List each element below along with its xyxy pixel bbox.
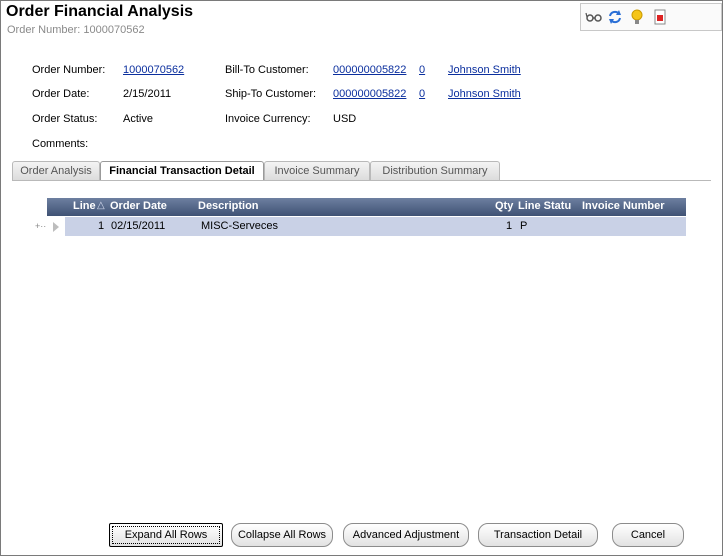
tab-distribution-summary[interactable]: Distribution Summary: [370, 161, 500, 180]
ship-to-name-link[interactable]: Johnson Smith: [448, 88, 521, 100]
order-date-value: 2/15/2011: [123, 88, 172, 100]
ship-to-label: Ship-To Customer:: [225, 88, 317, 100]
transaction-detail-button[interactable]: Transaction Detail: [478, 523, 598, 547]
invoice-currency-label: Invoice Currency:: [225, 113, 311, 125]
order-status-value: Active: [123, 113, 153, 125]
bill-to-customer-id-link[interactable]: 000000005822: [333, 64, 406, 76]
bill-to-label: Bill-To Customer:: [225, 64, 309, 76]
page-subtitle: Order Number: 1000070562: [7, 24, 145, 36]
cell-order-date: 02/15/2011: [111, 220, 166, 232]
glasses-icon[interactable]: [585, 8, 603, 26]
advanced-adjustment-button[interactable]: Advanced Adjustment: [343, 523, 469, 547]
row-expand-icon[interactable]: +··: [35, 221, 46, 231]
order-status-label: Order Status:: [32, 113, 98, 125]
tab-divider: [12, 180, 711, 181]
row-selector-arrow-icon[interactable]: [53, 222, 59, 232]
column-header-order-date[interactable]: Order Date: [110, 200, 167, 212]
tab-order-analysis[interactable]: Order Analysis: [12, 161, 100, 180]
ship-to-sub-link[interactable]: 0: [419, 88, 425, 100]
lightbulb-icon[interactable]: [628, 8, 646, 26]
cell-line: 1: [98, 220, 105, 232]
column-header-qty[interactable]: Qty: [495, 200, 513, 212]
order-number-link[interactable]: 1000070562: [123, 64, 184, 76]
order-date-label: Order Date:: [32, 88, 90, 100]
cell-description: MISC-Serveces: [201, 220, 279, 232]
table-row[interactable]: 1 02/15/2011 MISC-Serveces 1 P: [65, 217, 686, 236]
cell-line-status: P: [520, 220, 528, 232]
cell-qty: 1: [506, 220, 513, 232]
column-header-line-status[interactable]: Line Statu: [518, 200, 571, 212]
bill-to-name-link[interactable]: Johnson Smith: [448, 64, 521, 76]
bill-to-sub-link[interactable]: 0: [419, 64, 425, 76]
page-title: Order Financial Analysis: [6, 3, 194, 20]
tab-financial-transaction-detail[interactable]: Financial Transaction Detail: [100, 161, 264, 181]
order-financial-analysis-window: Order Financial Analysis Order Number: 1…: [0, 0, 723, 556]
ship-to-customer-id-link[interactable]: 000000005822: [333, 88, 406, 100]
cancel-button[interactable]: Cancel: [612, 523, 684, 547]
refresh-icon[interactable]: [606, 8, 624, 26]
comments-label: Comments:: [32, 138, 89, 150]
pdf-icon[interactable]: [651, 8, 669, 26]
column-header-line[interactable]: Line: [73, 200, 96, 212]
collapse-all-rows-button[interactable]: Collapse All Rows: [231, 523, 333, 547]
tab-invoice-summary[interactable]: Invoice Summary: [264, 161, 370, 180]
grid-header: Line △ Order Date Description Qty Line S…: [47, 198, 686, 216]
invoice-currency-value: USD: [333, 113, 357, 125]
order-number-label: Order Number:: [32, 64, 106, 76]
toolbar: [580, 3, 722, 31]
expand-all-rows-button[interactable]: Expand All Rows: [109, 523, 223, 547]
sort-ascending-icon: △: [97, 200, 105, 211]
column-header-description[interactable]: Description: [198, 200, 259, 212]
column-header-invoice-number[interactable]: Invoice Number: [582, 200, 665, 212]
